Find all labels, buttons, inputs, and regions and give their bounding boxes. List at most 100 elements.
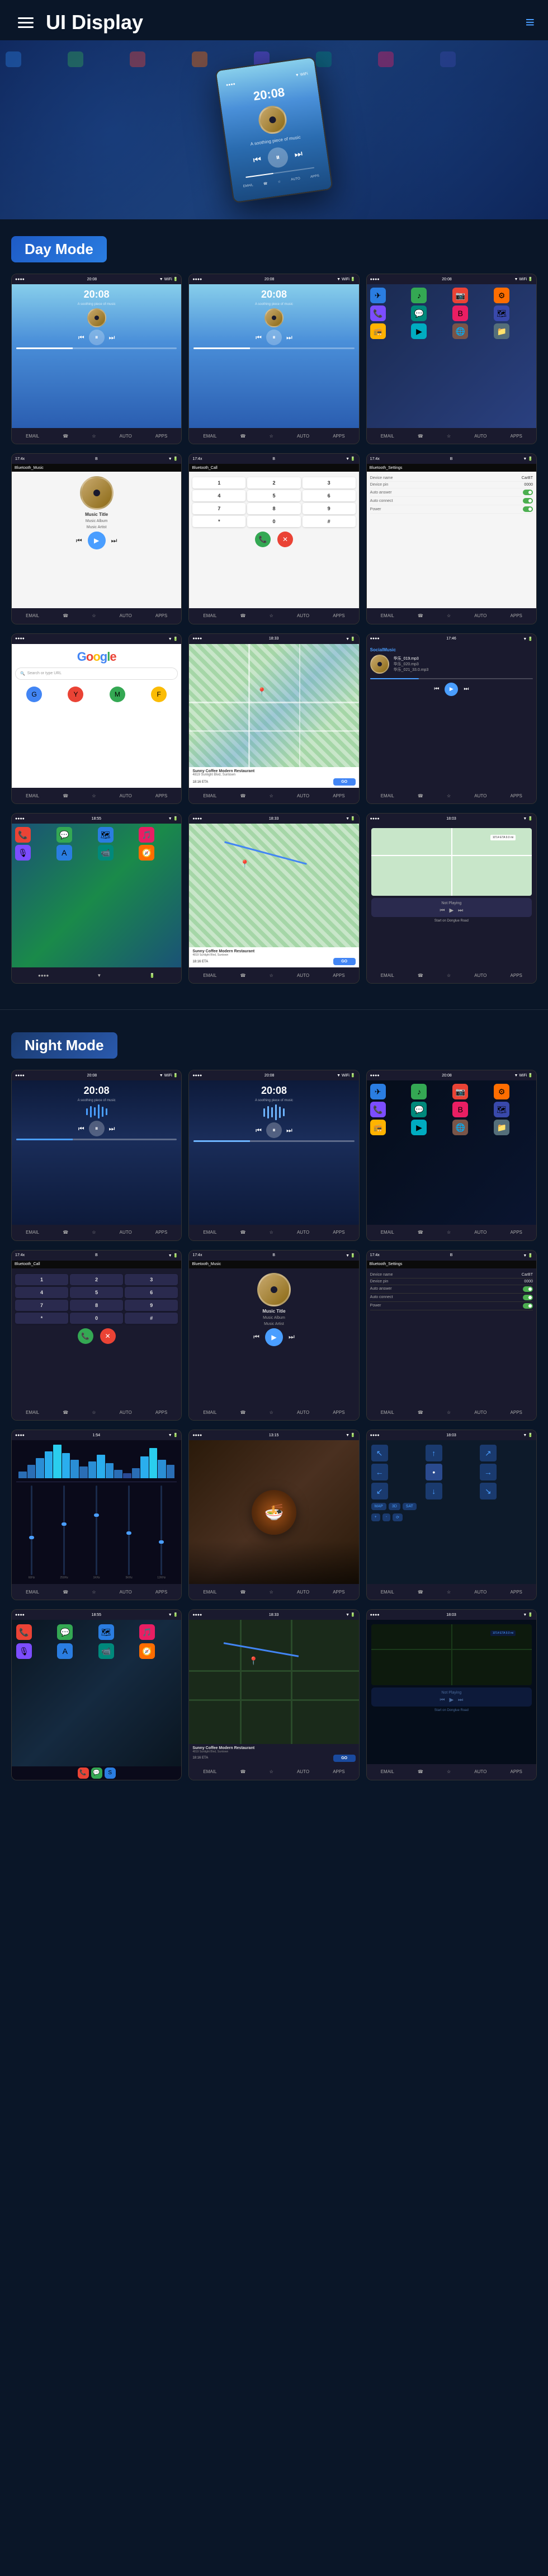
ios-safari[interactable]: 🧭: [139, 845, 154, 861]
night-eq-star[interactable]: ☆: [92, 1590, 96, 1595]
nav-np-email[interactable]: EMAIL: [381, 973, 394, 978]
day-play-2[interactable]: ⏸: [266, 330, 282, 345]
auto-answer-toggle[interactable]: [523, 490, 533, 495]
night-arrows-email[interactable]: EMAIL: [381, 1590, 394, 1595]
arrow-u[interactable]: ↑: [426, 1445, 442, 1461]
night-num-1[interactable]: 1: [15, 1274, 68, 1285]
night-ios-phone[interactable]: 📞: [16, 1624, 32, 1640]
night-nav-star-2[interactable]: ☆: [270, 1230, 273, 1235]
hero-nav-phone[interactable]: ☎: [263, 181, 268, 186]
night-app-browser[interactable]: 🌐: [452, 1120, 468, 1135]
night-app-nav[interactable]: 🗺: [494, 1102, 509, 1117]
night-np-play[interactable]: ▶: [449, 1697, 453, 1703]
hero-nav-star[interactable]: ☆: [277, 180, 281, 184]
night-food-auto[interactable]: AUTO: [297, 1590, 309, 1595]
nav-call-email[interactable]: EMAIL: [203, 613, 216, 618]
day-prev-2[interactable]: ⏮: [256, 333, 262, 342]
nav-social-phone[interactable]: ☎: [418, 793, 423, 798]
night-app-radio[interactable]: 📻: [370, 1120, 386, 1135]
night-play-2[interactable]: ⏸: [266, 1122, 282, 1138]
extra-btn-1[interactable]: +: [371, 1513, 380, 1521]
night-nav-auto-3[interactable]: AUTO: [474, 1230, 486, 1235]
nav-call-auto[interactable]: AUTO: [297, 613, 309, 618]
night-nav-auto-2[interactable]: AUTO: [297, 1230, 309, 1235]
call-end-btn[interactable]: ✕: [277, 532, 293, 547]
night-np-star[interactable]: ☆: [447, 1769, 451, 1774]
night-app-music[interactable]: ♪: [411, 1084, 427, 1099]
nav-bt-star[interactable]: ☆: [92, 613, 96, 618]
night-num-2[interactable]: 2: [70, 1274, 123, 1285]
night-app-telegram[interactable]: ✈: [370, 1084, 386, 1099]
night-arrows-auto[interactable]: AUTO: [474, 1590, 486, 1595]
hero-nav-auto[interactable]: AUTO: [291, 177, 300, 182]
google-search-bar[interactable]: 🔍 Search or type URL: [15, 667, 178, 680]
night-navmap-phone[interactable]: ☎: [240, 1769, 246, 1774]
num-6[interactable]: 6: [303, 490, 356, 501]
night-eq-email[interactable]: EMAIL: [26, 1590, 39, 1595]
night-prev-2[interactable]: ⏮: [256, 1126, 262, 1135]
night-np-prev[interactable]: ⏮: [440, 1697, 445, 1703]
hero-nav-apps[interactable]: APPS: [310, 174, 320, 179]
ios-podcasts[interactable]: 🎙: [15, 845, 31, 861]
nav-social-star[interactable]: ☆: [447, 793, 451, 798]
app-radio[interactable]: 📻: [370, 323, 386, 339]
nav-phone-1[interactable]: ☎: [63, 434, 68, 439]
nav-settings-email[interactable]: EMAIL: [381, 613, 394, 618]
app-bt[interactable]: B: [452, 305, 468, 321]
night-settings-star[interactable]: ☆: [447, 1410, 451, 1415]
eq-band-5[interactable]: 12KHz: [146, 1486, 177, 1580]
nav2-email[interactable]: EMAIL: [203, 973, 216, 978]
nav-google-auto[interactable]: AUTO: [120, 793, 132, 798]
night-nav-email-3[interactable]: EMAIL: [381, 1230, 394, 1235]
arrow-r[interactable]: →: [480, 1464, 497, 1480]
nav-settings-star[interactable]: ☆: [447, 613, 451, 618]
nav-auto-2[interactable]: AUTO: [297, 434, 309, 439]
quick-link-4[interactable]: F: [151, 687, 167, 702]
eq-band-4[interactable]: 5KHz: [114, 1486, 144, 1580]
night-nav-phone-3[interactable]: ☎: [418, 1230, 423, 1235]
night-navmap-email[interactable]: EMAIL: [203, 1769, 216, 1774]
app-phone[interactable]: 📞: [370, 305, 386, 321]
nav-auto-3[interactable]: AUTO: [474, 434, 486, 439]
night-settings-phone[interactable]: ☎: [418, 1410, 423, 1415]
nav-np-auto[interactable]: AUTO: [474, 973, 486, 978]
night-call-phone[interactable]: ☎: [63, 1410, 68, 1415]
nav-email-3[interactable]: EMAIL: [381, 434, 394, 439]
night-np-email[interactable]: EMAIL: [381, 1769, 394, 1774]
app-wechat[interactable]: 💬: [411, 305, 427, 321]
night-app-bt[interactable]: B: [452, 1102, 468, 1117]
night-np-apps[interactable]: APPS: [511, 1769, 522, 1774]
night-music-phone[interactable]: ☎: [240, 1410, 246, 1415]
night-navmap-apps[interactable]: APPS: [333, 1769, 344, 1774]
night-power-toggle[interactable]: [523, 1303, 533, 1309]
app-music[interactable]: ♪: [411, 288, 427, 303]
night-nav-email-1[interactable]: EMAIL: [26, 1230, 39, 1235]
auto-connect-toggle[interactable]: [523, 498, 533, 504]
nav-apps-1[interactable]: APPS: [155, 434, 167, 439]
arrow-center[interactable]: •: [426, 1464, 442, 1480]
night-num-0[interactable]: 0: [70, 1313, 123, 1324]
night-eq-auto[interactable]: AUTO: [120, 1590, 132, 1595]
arrow-dl[interactable]: ↙: [371, 1483, 388, 1499]
night-eq-phone[interactable]: ☎: [63, 1590, 68, 1595]
night-nav-email-2[interactable]: EMAIL: [203, 1230, 216, 1235]
night-ios-messages[interactable]: 💬: [57, 1624, 73, 1640]
go-button[interactable]: GO: [333, 778, 356, 786]
num-3[interactable]: 3: [303, 477, 356, 488]
num-0[interactable]: 0: [247, 516, 300, 527]
night-ios-music[interactable]: 🎵: [139, 1624, 155, 1640]
night-food-phone[interactable]: ☎: [240, 1590, 246, 1595]
night-nav-phone-1[interactable]: ☎: [63, 1230, 68, 1235]
day-prev-1[interactable]: ⏮: [78, 333, 84, 342]
num-1[interactable]: 1: [192, 477, 245, 488]
nav-google-phone[interactable]: ☎: [63, 793, 68, 798]
dock-msg[interactable]: 💬: [91, 1768, 102, 1779]
night-app-files[interactable]: 📁: [494, 1120, 509, 1135]
np-play-btn[interactable]: ▶: [449, 908, 453, 914]
bt-play-btn[interactable]: ▶: [88, 532, 106, 549]
quick-link-1[interactable]: G: [26, 687, 42, 702]
night-nav-apps-1[interactable]: APPS: [155, 1230, 167, 1235]
social-prev-btn[interactable]: ⏮: [434, 686, 439, 692]
nav-bt-email[interactable]: EMAIL: [26, 613, 39, 618]
night-app-phone[interactable]: 📞: [370, 1102, 386, 1117]
